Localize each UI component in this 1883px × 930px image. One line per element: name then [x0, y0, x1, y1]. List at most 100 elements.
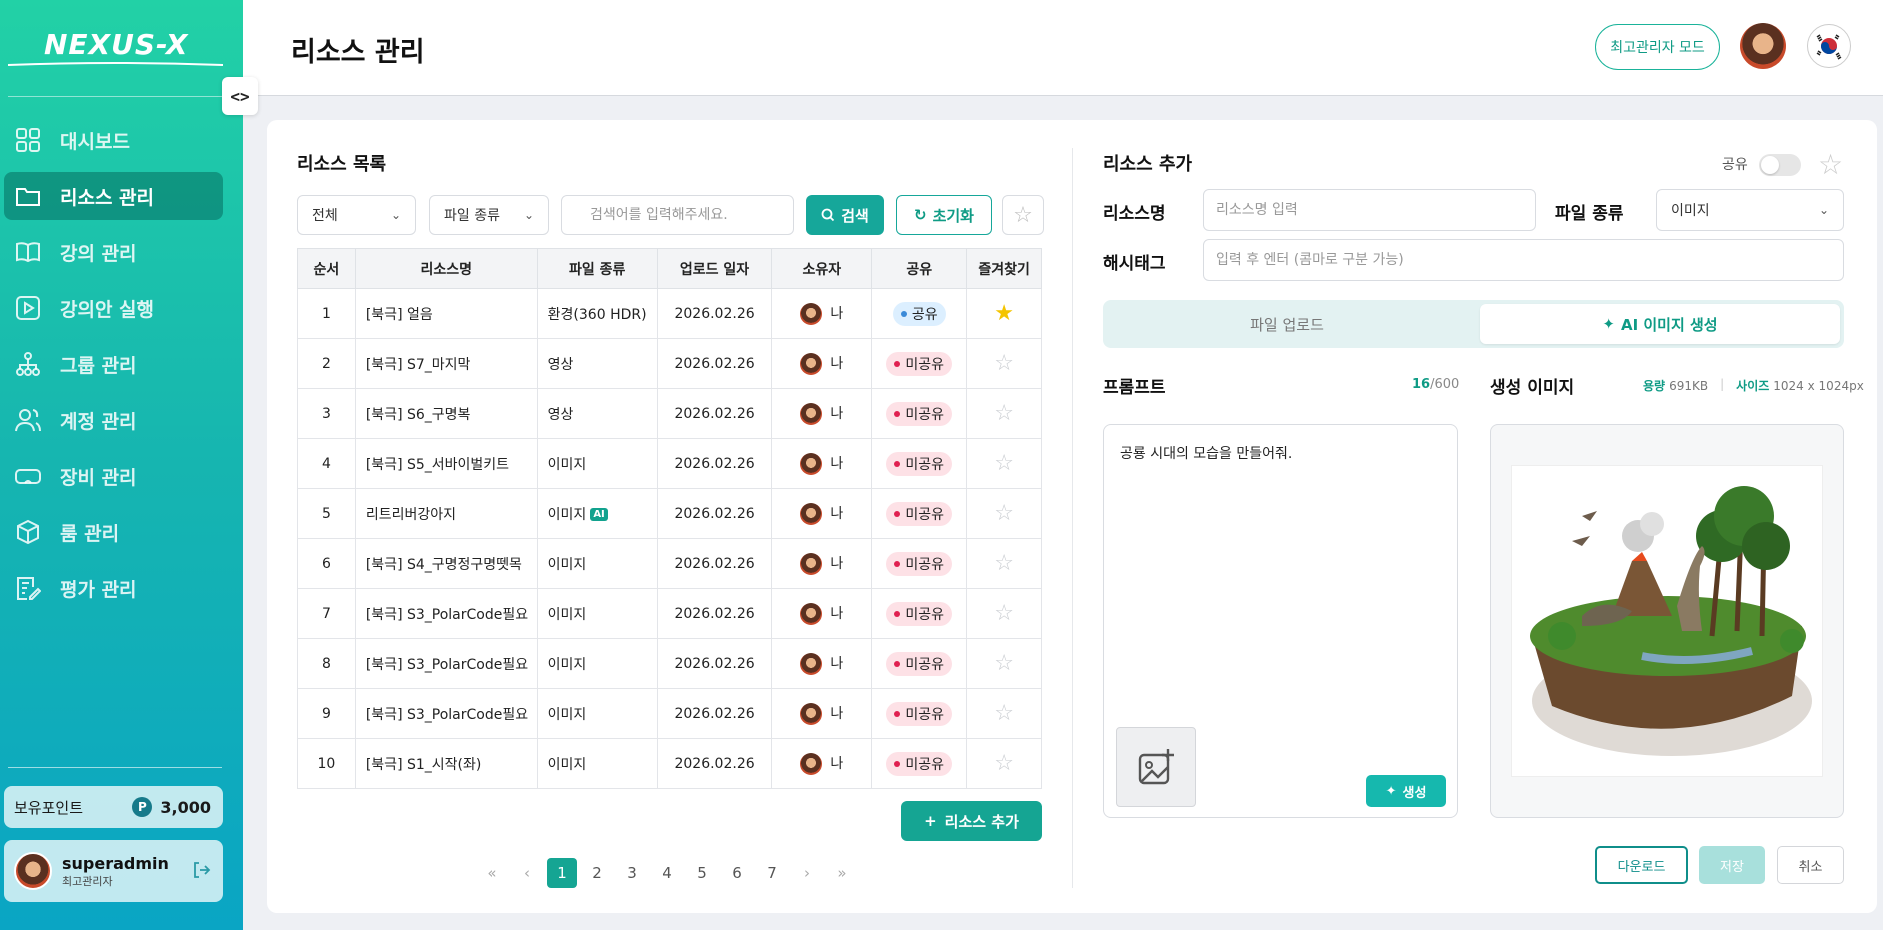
sidebar-item-8[interactable]: 평가 관리 [4, 564, 223, 612]
sidebar-item-5[interactable]: 계정 관리 [4, 396, 223, 444]
korea-flag-icon[interactable] [1807, 24, 1851, 68]
share-status: 미공유 [905, 606, 945, 623]
hashtag-input[interactable] [1203, 239, 1844, 281]
sidebar-item-6[interactable]: 장비 관리 [4, 452, 223, 500]
page-button[interactable]: 1 [547, 858, 577, 888]
row-type-cell: 이미지 [536, 588, 658, 639]
row-type-cell: 영상 [536, 388, 658, 439]
generate-button[interactable]: ✦ 생성 [1366, 775, 1446, 807]
table-row[interactable]: 10 [북극] S1_시작(좌) 이미지 2026.02.26 나 미공유 ☆ [297, 738, 1042, 789]
resource-name-input[interactable] [1203, 189, 1536, 231]
row-name: 리트리버강아지 [354, 488, 538, 539]
status-badge: 미공유 [886, 401, 953, 426]
page-button[interactable]: 6 [722, 858, 752, 888]
cube-icon [14, 518, 42, 546]
add-image-button[interactable] [1116, 727, 1196, 807]
row-owner-cell: 나 [771, 638, 873, 689]
sidebar-item-3[interactable]: 강의안 실행 [4, 284, 223, 332]
row-share-cell: 미공유 [871, 688, 968, 739]
admin-mode-button[interactable]: 최고관리자 모드 [1595, 24, 1720, 70]
topbar: 리소스 관리 최고관리자 모드 [243, 0, 1883, 96]
table-row[interactable]: 4 [북극] S5_서바이벌키트 이미지 2026.02.26 나 미공유 ☆ [297, 438, 1042, 489]
tab-file-upload[interactable]: 파일 업로드 [1107, 304, 1467, 344]
sidebar-item-1[interactable]: 리소스 관리 [4, 172, 223, 220]
table-row[interactable]: 2 [북극] S7_마지막 영상 2026.02.26 나 미공유 ☆ [297, 338, 1042, 389]
favorite-filter-button[interactable]: ☆ [1002, 195, 1044, 235]
row-share-cell: 미공유 [871, 488, 968, 539]
row-date: 2026.02.26 [656, 638, 773, 689]
sidebar-item-7[interactable]: 룸 관리 [4, 508, 223, 556]
page-button[interactable]: 2 [582, 858, 612, 888]
next-page-icon[interactable]: › [792, 858, 822, 888]
row-share-cell: 미공유 [871, 538, 968, 589]
user-card[interactable]: superadmin 최고관리자 [4, 840, 223, 902]
row-fav-cell: ☆ [966, 688, 1042, 739]
row-type: 이미지 [547, 706, 587, 723]
sidebar-toggle-button[interactable]: <> [222, 77, 258, 115]
logout-icon[interactable] [191, 860, 211, 880]
table-row[interactable]: 6 [북극] S4_구명정구명뗏목 이미지 2026.02.26 나 미공유 ☆ [297, 538, 1042, 589]
row-owner-cell: 나 [771, 538, 873, 589]
status-dot-icon [894, 660, 901, 667]
row-type: 이미지 [547, 456, 587, 473]
row-type-cell: 영상 [536, 338, 658, 389]
star-icon[interactable]: ☆ [994, 701, 1014, 726]
status-dot-icon [894, 560, 901, 567]
share-toggle[interactable] [1759, 154, 1801, 176]
row-date: 2026.02.26 [656, 438, 773, 489]
row-type: 이미지 [547, 606, 587, 623]
status-dot-icon [894, 510, 901, 517]
column-header: 리소스명 [354, 248, 538, 289]
user-role: 최고관리자 [62, 874, 113, 888]
file-type-select[interactable]: 이미지 ⌄ [1656, 189, 1844, 231]
page-button[interactable]: 3 [617, 858, 647, 888]
filter-type-select[interactable]: 파일 종류 ⌄ [429, 195, 549, 235]
prompt-textarea[interactable]: 공룡 시대의 모습을 만들어줘. ✦ 생성 [1103, 424, 1458, 818]
list-title: 리소스 목록 [297, 154, 387, 175]
table-row[interactable]: 3 [북극] S6_구명복 영상 2026.02.26 나 미공유 ☆ [297, 388, 1042, 439]
row-type: 이미지 [547, 756, 587, 773]
sidebar-item-0[interactable]: 대시보드 [4, 116, 223, 164]
star-icon[interactable]: ☆ [994, 401, 1014, 426]
star-icon[interactable]: ☆ [994, 551, 1014, 576]
avatar [800, 602, 823, 625]
save-button[interactable]: 저장 [1699, 846, 1765, 884]
last-page-icon[interactable]: » [827, 858, 857, 888]
search-button[interactable]: 검색 [806, 195, 884, 235]
page-button[interactable]: 4 [652, 858, 682, 888]
add-resource-button[interactable]: + 리소스 추가 [901, 801, 1042, 841]
star-icon[interactable]: ☆ [994, 501, 1014, 526]
star-icon[interactable]: ☆ [994, 451, 1014, 476]
sidebar-item-2[interactable]: 강의 관리 [4, 228, 223, 276]
table-row[interactable]: 1 [북극] 얼음 환경(360 HDR) 2026.02.26 나 공유 ★ [297, 288, 1042, 339]
row-owner: 나 [830, 305, 844, 322]
star-icon[interactable]: ☆ [994, 751, 1014, 776]
filter-all-select[interactable]: 전체 ⌄ [297, 195, 416, 235]
star-icon[interactable]: ☆ [994, 601, 1014, 626]
star-icon[interactable]: ☆ [994, 351, 1014, 376]
users-icon [14, 406, 42, 434]
prev-page-icon[interactable]: ‹ [512, 858, 542, 888]
page-button[interactable]: 5 [687, 858, 717, 888]
page-button[interactable]: 7 [757, 858, 787, 888]
table-row[interactable]: 9 [북극] S3_PolarCode필요 이미지 2026.02.26 나 미공유 ☆ [297, 688, 1042, 739]
reset-button[interactable]: ↻ 초기화 [896, 195, 992, 235]
search-input[interactable] [561, 195, 794, 235]
prompt-max: /600 [1430, 377, 1460, 392]
star-icon[interactable]: ☆ [1818, 148, 1843, 181]
avatar[interactable] [1740, 23, 1786, 69]
cancel-button[interactable]: 취소 [1777, 846, 1844, 884]
row-owner: 나 [830, 405, 844, 422]
first-page-icon[interactable]: « [477, 858, 507, 888]
star-icon[interactable]: ★ [994, 301, 1014, 326]
download-button[interactable]: 다운로드 [1595, 846, 1688, 884]
table-row[interactable]: 8 [북극] S3_PolarCode필요 이미지 2026.02.26 나 미공유 ☆ [297, 638, 1042, 689]
status-badge: 미공유 [886, 651, 953, 676]
column-header: 공유 [871, 248, 968, 289]
tab-ai-generate[interactable]: ✦ AI 이미지 생성 [1480, 304, 1840, 344]
sidebar-item-4[interactable]: 그룹 관리 [4, 340, 223, 388]
table-row[interactable]: 7 [북극] S3_PolarCode필요 이미지 2026.02.26 나 미공유 ☆ [297, 588, 1042, 639]
dashboard-icon [14, 126, 42, 154]
star-icon[interactable]: ☆ [994, 651, 1014, 676]
table-row[interactable]: 5 리트리버강아지 이미지 AI 2026.02.26 나 미공유 ☆ [297, 488, 1042, 539]
